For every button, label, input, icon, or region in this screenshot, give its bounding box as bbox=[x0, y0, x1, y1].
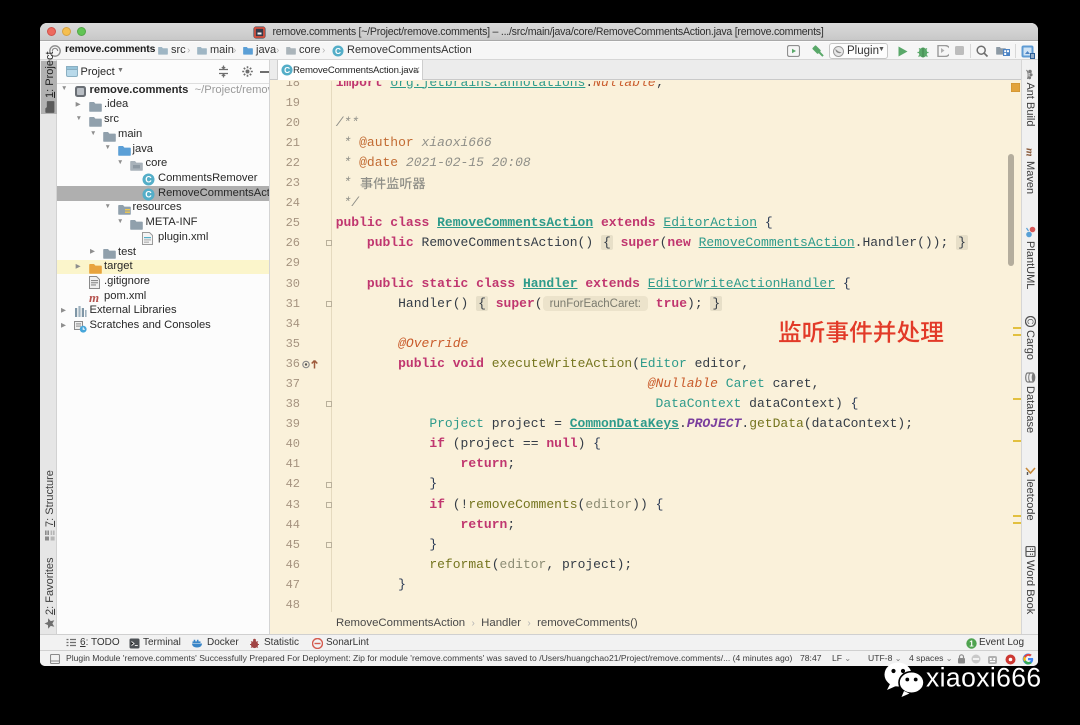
svg-text:C: C bbox=[335, 46, 341, 56]
svg-text:1: 1 bbox=[969, 639, 974, 648]
svg-text:C: C bbox=[1026, 319, 1035, 325]
svg-text:C: C bbox=[145, 189, 152, 199]
svg-text:m: m bbox=[89, 292, 99, 304]
svg-text:C: C bbox=[284, 65, 290, 75]
svg-text:m: m bbox=[1025, 148, 1036, 157]
svg-text:xiaoxi666: xiaoxi666 bbox=[926, 663, 1042, 693]
svg-text:C: C bbox=[145, 174, 152, 184]
